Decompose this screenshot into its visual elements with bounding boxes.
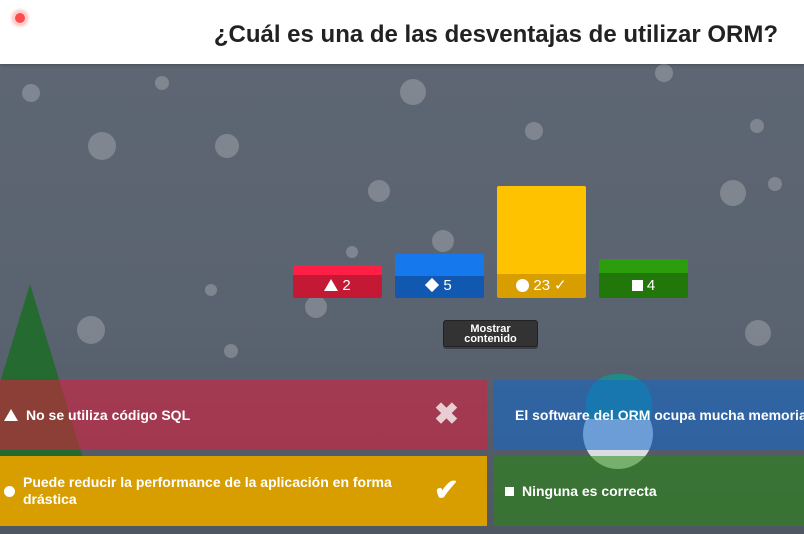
circle-icon: [4, 485, 15, 497]
circle-icon: [516, 278, 530, 292]
answer-triangle: No se utiliza código SQL ✖: [0, 380, 487, 450]
question-header: ¿Cuál es una de las desventajas de utili…: [0, 0, 804, 64]
check-icon: ✓: [554, 277, 567, 294]
triangle-icon: [4, 409, 18, 421]
answer-diamond: El software del ORM ocupa mucha memoria: [493, 380, 804, 450]
question-title: ¿Cuál es una de las desventajas de utili…: [213, 21, 778, 48]
result-bar-triangle: 2: [293, 265, 382, 298]
triangle-icon: [324, 279, 339, 291]
diamond-icon: [425, 277, 440, 293]
cross-icon: ✖: [433, 398, 459, 431]
show-content-button[interactable]: Mostrar contenido: [443, 320, 538, 347]
result-bar-circle: 23 ✓: [497, 186, 586, 298]
result-bar-diamond: 5: [395, 254, 484, 298]
record-dot-icon: [13, 11, 27, 25]
square-icon: [505, 486, 514, 496]
diamond-icon: [501, 411, 509, 419]
square-icon: [631, 279, 643, 291]
answer-square: Ninguna es correcta: [493, 456, 804, 526]
result-bar-square: 4: [599, 259, 688, 298]
answer-circle: Puede reducir la performance de la aplic…: [0, 456, 487, 526]
checkmark-icon: ✔: [433, 474, 459, 507]
